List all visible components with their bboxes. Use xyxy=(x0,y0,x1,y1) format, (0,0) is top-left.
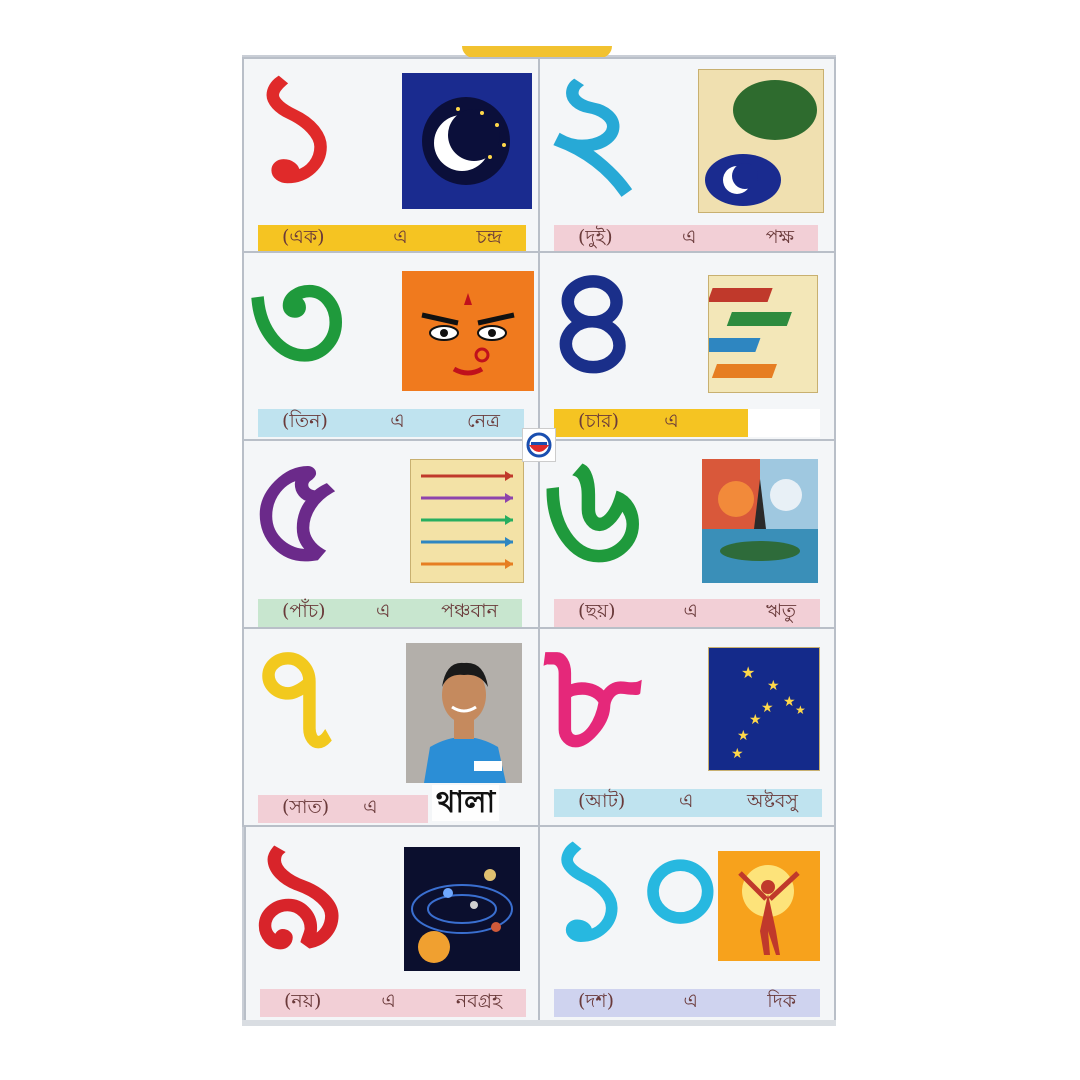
cell-4: ৪ (চার) এ xyxy=(538,247,836,441)
bottom-strip xyxy=(242,1020,836,1026)
cell-9: ৯ (নয়) এ নবগ্রহ xyxy=(244,821,540,1025)
stars-icon: ★ ★ ★ ★ ★ ★ ★ ★ xyxy=(708,647,820,771)
logo-icon xyxy=(522,428,556,462)
books-icon xyxy=(708,275,818,393)
numeral-8: ৮ xyxy=(544,611,642,785)
sun-figure-icon xyxy=(718,851,820,961)
svg-text:★: ★ xyxy=(741,663,755,682)
caption-10-word: দিক xyxy=(767,990,796,1012)
arrows-icon xyxy=(410,459,524,583)
caption-9-word: নবগ্রহ xyxy=(455,990,502,1012)
svg-text:★: ★ xyxy=(731,746,744,762)
svg-text:★: ★ xyxy=(749,712,762,728)
cell-6: ৬ (ছয়) এ ঋতু xyxy=(538,435,836,629)
numeral-3: ৩ xyxy=(248,235,346,409)
numeral-4: ৪ xyxy=(544,235,642,409)
caption-10-number: (দশ) xyxy=(578,990,615,1012)
seasons-icon xyxy=(702,459,818,583)
moon-icon xyxy=(402,73,532,209)
goddess-face-icon xyxy=(402,271,534,391)
numeral-9: ৯ xyxy=(250,809,348,983)
svg-text:★: ★ xyxy=(783,694,796,710)
caption-10: (দশ) এ দিক xyxy=(554,989,820,1017)
caption-9: (নয়) এ নবগ্রহ xyxy=(260,989,526,1017)
numeral-6: ৬ xyxy=(544,423,642,597)
svg-text:★: ★ xyxy=(737,728,750,744)
moon-phases-icon xyxy=(698,69,824,213)
caption-9-e: এ xyxy=(381,990,396,1012)
cell-3: ৩ (তিন) এ নেত্র xyxy=(242,247,540,441)
planets-icon xyxy=(404,847,520,971)
caption-10-e: এ xyxy=(683,990,698,1012)
overlay-word: থালা xyxy=(432,785,500,821)
caption-5-word: পঞ্চবান xyxy=(441,600,498,622)
cell-8: ৮ ★ ★ ★ ★ ★ ★ ★ ★ (আট) এ অষ্টবসু xyxy=(538,623,836,827)
caption-9-number: (নয়) xyxy=(284,990,322,1012)
numeral-2: ২ xyxy=(544,41,642,215)
cell-10: ১০ (দশ) এ দিক xyxy=(538,821,836,1025)
numeral-10: ১০ xyxy=(544,809,726,972)
svg-text:★: ★ xyxy=(795,703,806,717)
svg-text:★: ★ xyxy=(761,700,774,716)
cell-2: ২ (দুই) এ পক্ষ xyxy=(538,53,836,253)
cricketer-photo xyxy=(406,643,522,783)
numeral-5: ৫ xyxy=(248,423,346,597)
caption-6-word: ঋতু xyxy=(766,600,796,622)
caption-3-word: নেত্র xyxy=(466,410,500,432)
svg-text:★: ★ xyxy=(767,678,780,694)
caption-8-word: অষ্টবসু xyxy=(747,790,798,812)
cell-1: ১ (এক) এ চন্দ্র xyxy=(242,53,540,253)
caption-4-covered-area xyxy=(748,409,820,437)
numeral-7: ৭ xyxy=(248,611,346,785)
numeral-1: ১ xyxy=(248,41,346,215)
cell-5: ৫ (পাঁচ) এ পঞ্চবান xyxy=(242,435,540,629)
